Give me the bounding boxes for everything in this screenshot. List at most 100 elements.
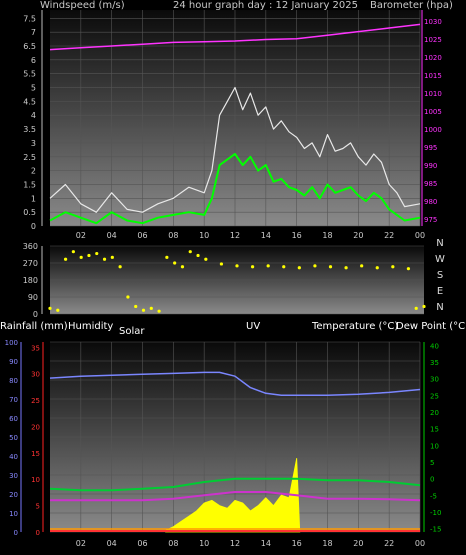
hour-tick-label: 06 <box>137 539 147 548</box>
weather-graphs: 0 0.5 1 1.5 2 2.5 3 3.5 4 4.5 5 5.5 6 6.5 7 7.5 975 980 98… <box>5 10 445 548</box>
rain-tick-label: 50 <box>9 434 18 442</box>
temperature-axis-label: Temperature (°C) <box>312 321 399 332</box>
rain-tick-label: 0 <box>14 529 18 537</box>
hour-tick-label: 08 <box>168 539 178 548</box>
uv-tick-label: 20 <box>31 423 40 431</box>
wind-direction-point <box>422 304 426 309</box>
wind-direction-point <box>375 266 379 270</box>
wind-direction-point <box>219 262 224 266</box>
direction-tick-label: 270 <box>23 259 38 268</box>
temperature-tick-label: 20 <box>430 409 439 417</box>
temperature-tick-label: 25 <box>430 392 439 400</box>
barometer-tick-label: 995 <box>424 144 437 152</box>
graph-title: 24 hour graph day : 12 January 2025 <box>173 0 358 11</box>
wind-direction-point <box>406 267 411 271</box>
wind-direction-point <box>235 264 239 268</box>
uv-tick-label: 30 <box>31 371 40 379</box>
temperature-tick-label: -5 <box>430 492 437 500</box>
uv-axis-label: UV <box>246 321 261 332</box>
wind-direction-point <box>196 253 200 258</box>
hour-tick-label: 20 <box>353 539 363 548</box>
wind-direction-point <box>180 265 185 269</box>
barometer-axis-label: Barometer (hpa) <box>370 0 453 11</box>
hour-tick-label: 22 <box>384 231 394 240</box>
wind-tick-label: 3.5 <box>23 125 36 134</box>
wind-direction-point <box>71 250 75 254</box>
wind-direction-point <box>188 250 192 254</box>
wind-direction-point <box>204 257 208 261</box>
temperature-tick-label: 35 <box>430 359 439 367</box>
wind-tick-label: 5 <box>31 84 36 93</box>
compass-label: E <box>437 286 443 297</box>
direction-tick-label: 180 <box>23 276 38 285</box>
uv-tick-label: 10 <box>31 476 40 484</box>
barometer-tick-label: 975 <box>424 216 437 224</box>
wind-tick-label: 1 <box>31 194 36 203</box>
barometer-tick-label: 1000 <box>424 126 442 134</box>
wind-direction-point <box>102 257 107 261</box>
wind-direction-point <box>297 266 301 270</box>
barometer-tick-label: 985 <box>424 180 437 188</box>
wind-direction-point <box>328 265 333 269</box>
compass-label: N <box>436 238 443 249</box>
wind-direction-point <box>157 309 161 313</box>
wind-direction-point <box>313 264 317 268</box>
wind-direction-point <box>141 308 146 312</box>
wind-direction-point <box>118 265 122 269</box>
hour-tick-label: 18 <box>322 231 332 240</box>
hour-tick-label: 14 <box>261 231 271 240</box>
rain-tick-label: 10 <box>9 510 18 518</box>
direction-tick-label: 0 <box>33 310 38 319</box>
wind-direction-point <box>165 255 169 259</box>
hour-tick-label: 02 <box>76 539 86 548</box>
hour-tick-label: 08 <box>168 231 178 240</box>
barometer-tick-label: 1005 <box>424 108 442 116</box>
wind-direction-point <box>56 308 60 312</box>
barometer-tick-label: 980 <box>424 198 437 206</box>
wind-direction-point <box>250 265 255 269</box>
temperature-tick-label: 40 <box>430 342 439 350</box>
wind-tick-label: 4 <box>31 111 36 120</box>
wind-direction-point <box>266 264 270 268</box>
uv-tick-label: 15 <box>31 450 40 458</box>
barometer-tick-label: 1030 <box>424 18 442 26</box>
wind-direction-point <box>63 257 68 261</box>
wind-direction-point <box>391 265 395 269</box>
temperature-tick-label: -10 <box>430 509 441 517</box>
wind-direction-point <box>87 253 91 258</box>
wind-direction-point <box>173 261 177 265</box>
barometer-tick-label: 1015 <box>424 72 442 80</box>
wind-tick-label: 2.5 <box>23 153 36 162</box>
wind-tick-label: 5.5 <box>23 70 36 79</box>
wind-direction-point <box>48 306 52 310</box>
wind-direction-point <box>360 264 364 268</box>
dewpoint-axis-label: Dew Point (°C) <box>396 321 466 332</box>
compass-label: N <box>436 302 443 313</box>
wind-direction-point <box>79 255 83 259</box>
wind-tick-label: 3 <box>31 139 36 148</box>
windspeed-axis-label: Windspeed (m/s) <box>40 0 125 11</box>
rain-tick-label: 80 <box>9 377 18 385</box>
rain-tick-label: 90 <box>9 358 18 366</box>
wind-tick-label: 6.5 <box>23 42 36 51</box>
compass-label: S <box>437 270 443 281</box>
direction-tick-label: 90 <box>28 293 38 302</box>
barometer-tick-label: 1010 <box>424 90 442 98</box>
hour-tick-label: 02 <box>76 231 86 240</box>
rain-tick-label: 60 <box>9 415 18 423</box>
wind-tick-label: 2 <box>31 167 36 176</box>
temperature-tick-label: -15 <box>430 526 441 534</box>
rainfall-axis-label: Rainfall (mm) <box>0 321 68 332</box>
compass-label: W <box>435 254 445 265</box>
rain-tick-label: 70 <box>9 396 18 404</box>
hour-tick-label: 04 <box>107 539 117 548</box>
hour-tick-label: 10 <box>199 539 209 548</box>
uv-tick-label: 0 <box>36 529 40 537</box>
temperature-tick-label: 10 <box>430 442 439 450</box>
hour-tick-label: 00 <box>415 231 425 240</box>
hour-tick-label: 18 <box>322 539 332 548</box>
barometer-tick-label: 1025 <box>424 36 442 44</box>
hour-tick-label: 10 <box>199 231 209 240</box>
hour-tick-label: 06 <box>137 231 147 240</box>
wind-tick-label: 0.5 <box>23 208 36 217</box>
